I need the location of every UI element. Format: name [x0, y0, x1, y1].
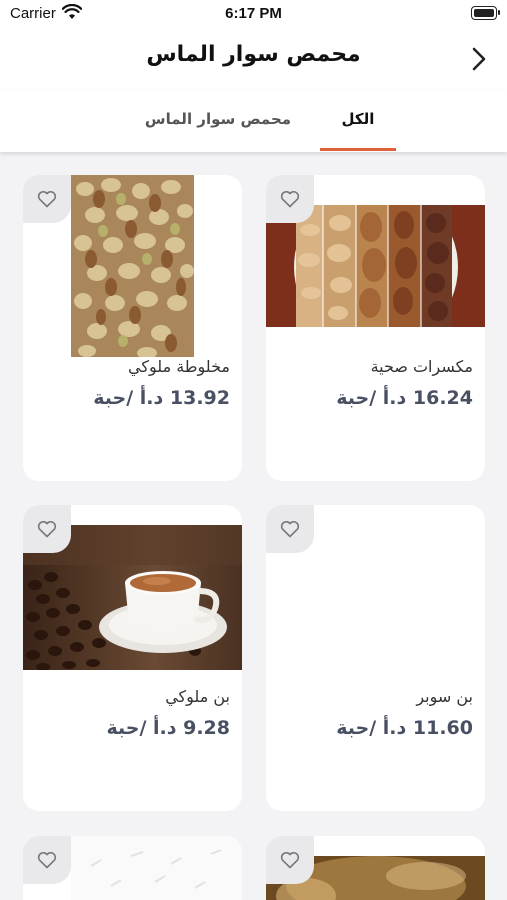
tab-shop[interactable]: محمص سوار الماس [128, 110, 308, 128]
healthy-nuts-image [266, 185, 485, 349]
product-name: بن ملوكي [165, 687, 230, 706]
heart-icon [37, 851, 57, 869]
product-price: 9.28 د.أ /حبة [106, 717, 230, 739]
page-title: محمص سوار الماس [146, 42, 361, 67]
product-name: بن سوبر [416, 687, 473, 706]
favorite-button[interactable] [266, 175, 314, 223]
status-bar: Carrier 6:17 PM [0, 0, 507, 28]
product-card[interactable] [23, 836, 242, 900]
category-tabs: الكل محمص سوار الماس [0, 90, 507, 152]
product-image [71, 836, 242, 900]
product-price: 16.24 د.أ /حبة [336, 387, 473, 409]
back-chevron-icon[interactable] [469, 46, 489, 72]
heart-icon [280, 190, 300, 208]
product-card[interactable]: بن سوبر 11.60 د.أ /حبة [266, 505, 485, 811]
active-tab-indicator [320, 148, 396, 151]
favorite-button[interactable] [266, 836, 314, 884]
favorite-button[interactable] [23, 175, 71, 223]
product-name: مكسرات صحية [370, 357, 473, 376]
product-name: مخلوطة ملوكي [128, 357, 230, 376]
tab-all[interactable]: الكل [320, 110, 396, 128]
heart-icon [37, 520, 57, 538]
product-card[interactable]: بن ملوكي 9.28 د.أ /حبة [23, 505, 242, 811]
heart-icon [280, 851, 300, 869]
battery-icon [471, 6, 500, 20]
navigation-bar: محمص سوار الماس [0, 28, 507, 90]
product-card[interactable] [266, 836, 485, 900]
favorite-button[interactable] [266, 505, 314, 553]
product-price: 11.60 د.أ /حبة [336, 717, 473, 739]
status-time: 6:17 PM [225, 5, 282, 22]
product-price: 13.92 د.أ /حبة [93, 387, 230, 409]
heart-icon [37, 190, 57, 208]
product-card[interactable]: مكسرات صحية 16.24 د.أ /حبة [266, 175, 485, 481]
favorite-button[interactable] [23, 836, 71, 884]
mixed-nuts-image [71, 175, 194, 359]
heart-icon [280, 520, 300, 538]
product-card[interactable]: مخلوطة ملوكي 13.92 د.أ /حبة [23, 175, 242, 481]
favorite-button[interactable] [23, 505, 71, 553]
